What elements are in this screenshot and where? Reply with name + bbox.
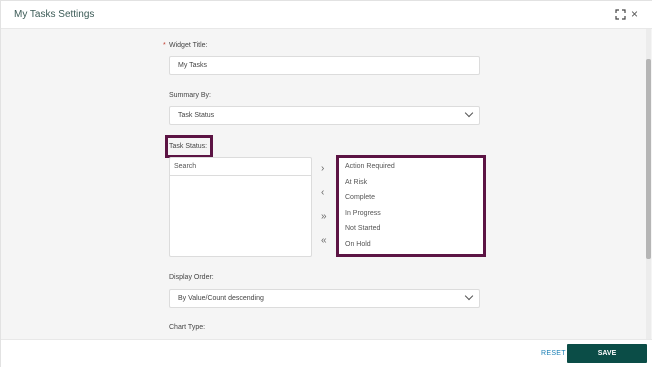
chevron-down-icon xyxy=(464,291,474,301)
expand-icon[interactable] xyxy=(615,9,626,20)
close-icon[interactable]: × xyxy=(631,8,638,20)
reset-button[interactable]: RESET xyxy=(541,350,566,357)
dialog-footer: RESET SAVE xyxy=(1,339,652,368)
list-item[interactable]: Complete xyxy=(345,194,375,201)
dialog-header: My Tasks Settings × xyxy=(1,1,652,29)
move-right-button[interactable]: › xyxy=(321,164,324,174)
summary-by-value: Task Status xyxy=(178,112,215,119)
summary-by-label: Summary By: xyxy=(169,92,212,99)
available-list[interactable]: Search xyxy=(169,157,312,257)
list-item[interactable]: Not Started xyxy=(345,225,380,232)
list-item[interactable]: On Hold xyxy=(345,241,371,248)
widget-title-input[interactable]: My Tasks xyxy=(169,56,480,75)
scrollbar-thumb[interactable] xyxy=(646,59,651,259)
task-status-label: Task Status: xyxy=(169,143,208,150)
list-item[interactable]: At Risk xyxy=(345,179,367,186)
display-order-select[interactable]: By Value/Count descending xyxy=(169,289,480,308)
scrollbar[interactable] xyxy=(646,29,651,339)
display-order-label: Display Order: xyxy=(169,274,214,281)
summary-by-select[interactable]: Task Status xyxy=(169,106,480,125)
chart-type-label: Chart Type: xyxy=(169,324,206,331)
required-mark: * xyxy=(163,42,166,49)
settings-dialog: My Tasks Settings × * Widget Title: My T… xyxy=(0,0,652,368)
widget-title-label-text: Widget Title: xyxy=(169,42,208,49)
move-all-right-button[interactable]: » xyxy=(321,212,327,222)
save-button[interactable]: SAVE xyxy=(567,344,647,363)
search-input[interactable]: Search xyxy=(170,158,311,176)
widget-title-label: * Widget Title: xyxy=(163,42,208,49)
list-item[interactable]: Action Required xyxy=(345,163,395,170)
move-left-button[interactable]: ‹ xyxy=(321,188,324,198)
display-order-value: By Value/Count descending xyxy=(178,295,264,302)
chevron-down-icon xyxy=(464,108,474,118)
selected-list: Action Required At Risk Complete In Prog… xyxy=(336,155,486,257)
widget-title-value: My Tasks xyxy=(178,62,208,69)
move-all-left-button[interactable]: « xyxy=(321,236,327,246)
list-item[interactable]: In Progress xyxy=(345,210,381,217)
dialog-title: My Tasks Settings xyxy=(14,9,95,20)
